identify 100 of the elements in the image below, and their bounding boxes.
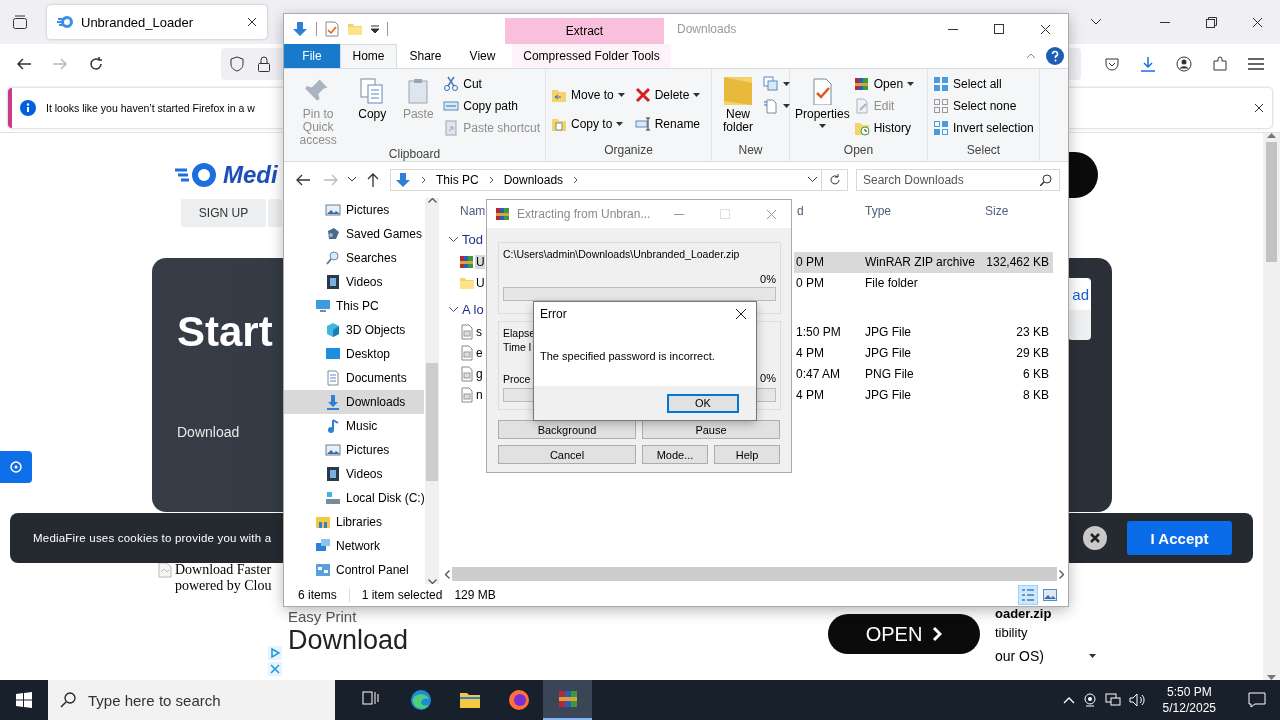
dialog-button[interactable]: Mode... (642, 445, 708, 464)
nav-item[interactable]: Videos (284, 269, 424, 294)
type-cell-text: JPG File (864, 324, 912, 342)
size-cell-text: 6 KB (1022, 366, 1050, 384)
ribbon-button[interactable]: New folder (717, 72, 759, 143)
nav-item[interactable]: This PC (284, 293, 424, 318)
ok-button[interactable]: OK (667, 393, 739, 413)
nav-item[interactable]: Network (284, 533, 424, 558)
download-link[interactable]: Download (177, 424, 273, 440)
ribbon-button[interactable]: Delete (634, 87, 701, 104)
dialog-button[interactable]: Help (714, 445, 780, 464)
ad-title: Download (288, 625, 409, 656)
dialog-button[interactable]: Pause (642, 420, 780, 439)
nav-item[interactable]: 3D Objects (284, 317, 424, 342)
group-label: Open (842, 142, 875, 159)
breadcrumb[interactable]: This PC (436, 172, 479, 187)
percent-label: 0% (760, 273, 776, 285)
size-cell-text: 8 KB (1022, 387, 1050, 405)
ribbon-button[interactable]: Invert selection (933, 119, 1034, 136)
breadcrumb[interactable]: Downloads (503, 172, 564, 187)
context-label: Extract (565, 24, 604, 38)
cookie-text: MediaFire uses cookies to provide you with a (33, 532, 272, 544)
notification-text: It looks like you haven’t started Firefox in a w (46, 102, 255, 114)
search-field[interactable]: Search Downloads (856, 168, 1060, 191)
logo-text: Medi (223, 161, 278, 189)
ribbon-button[interactable]: Open (853, 75, 915, 92)
stat-label: Elapse (503, 326, 537, 340)
ribbon-button[interactable]: Properties (795, 72, 850, 143)
nav-item[interactable]: Local Disk (C:) (284, 485, 424, 510)
ribbon-tab[interactable]: Compressed Folder Tools (512, 44, 671, 68)
ad-eyebrow: Easy Print (288, 608, 358, 625)
group-label: New (737, 142, 764, 159)
nav-item[interactable]: Downloads (284, 389, 424, 414)
ribbon-button[interactable]: History (853, 119, 915, 136)
hero-title: Start (177, 308, 273, 356)
ribbon-button[interactable]: Select all (933, 75, 1034, 92)
file-name: g (475, 367, 483, 382)
date-cell-text: 4 PM (795, 387, 825, 405)
file-name: e (475, 346, 483, 361)
status-text: 6 items (298, 588, 337, 603)
group-label: Organize (603, 142, 654, 159)
date-cell-text: 0:47 AM (795, 366, 842, 384)
status-text: 129 MB (454, 588, 496, 603)
sign-up-button[interactable]: SIGN UP (181, 199, 266, 227)
size-cell: 132,462 KB (979, 251, 1053, 273)
ribbon-button[interactable]: Cut (443, 75, 540, 92)
accept-button[interactable]: I Accept (1127, 521, 1232, 555)
nav-item[interactable]: Saved Games (284, 221, 424, 246)
nav-item[interactable]: Documents (284, 365, 424, 390)
ribbon-tab[interactable]: File (284, 44, 340, 68)
type-cell-text: PNG File (864, 366, 915, 384)
clock[interactable]: 5:50 PM 5/12/2025 (1152, 684, 1226, 716)
address-bar[interactable]: This PC Downloads (390, 168, 822, 191)
date-cell-text: 4 PM (795, 345, 825, 363)
type-cell: WinRAR ZIP archive (861, 251, 979, 273)
nav-item[interactable]: Control Panel (284, 557, 424, 582)
dialog-title: Error (540, 307, 568, 321)
open-button[interactable]: OPEN (828, 614, 980, 654)
ribbon-button[interactable]: Copy path (443, 97, 540, 114)
nav-item[interactable]: Libraries (284, 509, 424, 534)
group-header: Tod (462, 232, 483, 248)
nav-item[interactable]: Music (284, 413, 424, 438)
ribbon-tab[interactable]: Share (397, 44, 454, 68)
dialog-button[interactable]: Background (498, 420, 636, 439)
file-name: s (475, 325, 482, 340)
column-header[interactable]: Size (979, 203, 1053, 218)
type-cell-text: JPG File (864, 387, 912, 405)
ribbon-button[interactable]: Move to (551, 87, 625, 104)
stat-label: Proce (503, 372, 531, 386)
stat-label: Time l (503, 340, 533, 354)
dialog-button[interactable]: Cancel (498, 445, 636, 464)
ribbon-button[interactable]: Copy to (551, 116, 625, 133)
nav-item[interactable]: Videos (284, 461, 424, 486)
date-cell-text: 1:50 PM (795, 324, 842, 342)
column-header[interactable]: Type (861, 203, 979, 218)
nav-item[interactable]: Searches (284, 245, 424, 270)
download-button[interactable]: ad (1068, 278, 1091, 310)
ribbon-tab[interactable]: Home (340, 44, 397, 68)
file-name: n (475, 388, 483, 403)
group-label: Select (965, 142, 1002, 159)
promo-text: powered by Clou (175, 578, 272, 594)
taskbar-search[interactable]: Type here to search (48, 680, 335, 720)
ribbon-button[interactable]: Copy (351, 72, 394, 147)
window-title: Downloads (677, 22, 737, 36)
column-header[interactable]: d (794, 203, 861, 218)
status-text: 1 item selected (361, 588, 443, 603)
percent-label: 0% (760, 372, 776, 386)
dialog-title: Extracting from Unbran... (517, 207, 652, 221)
date-cell: 0 PM (794, 251, 861, 273)
ribbon-tab[interactable]: View (454, 44, 511, 68)
browser-tab[interactable]: Unbranded_Loader (47, 5, 267, 39)
file-name: U (475, 255, 485, 270)
nav-item[interactable]: Desktop (284, 341, 424, 366)
nav-item[interactable]: Pictures (284, 197, 424, 222)
nav-item[interactable]: Pictures (284, 437, 424, 462)
type-cell-text: File folder (864, 275, 919, 293)
group-header: A lo (462, 302, 484, 318)
ribbon-button[interactable]: Select none (933, 97, 1034, 114)
file-name: U (475, 276, 485, 291)
ribbon-button[interactable]: Rename (634, 116, 701, 133)
